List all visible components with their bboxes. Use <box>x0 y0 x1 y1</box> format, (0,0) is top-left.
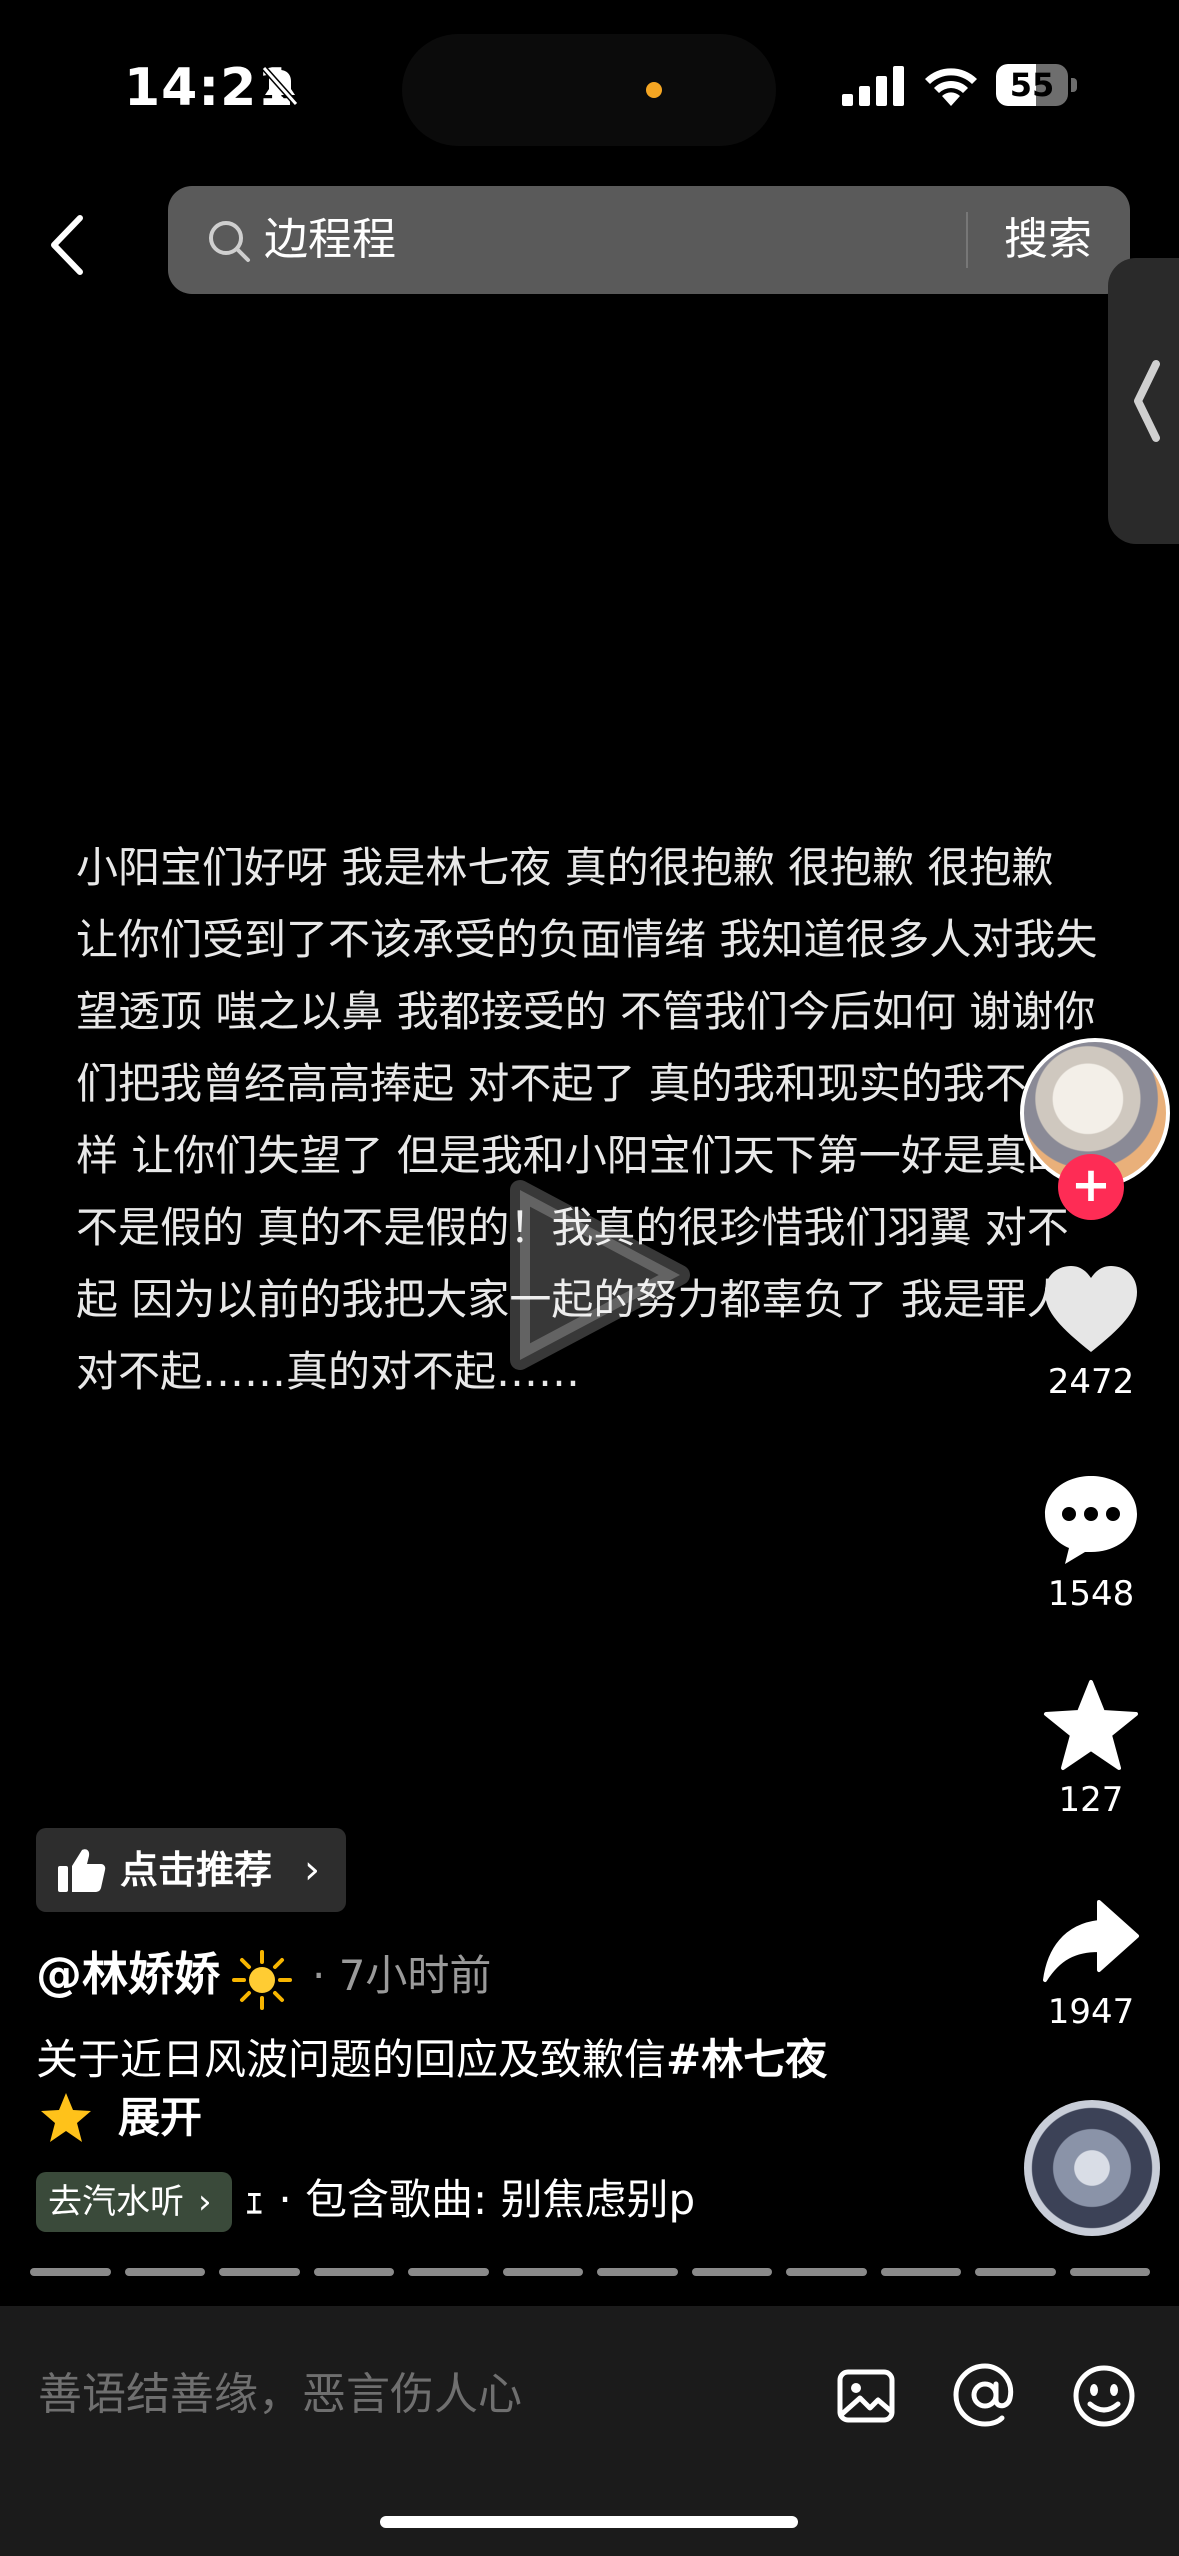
emoji-icon[interactable] <box>1072 2364 1136 2428</box>
progress-segment <box>502 2268 583 2276</box>
battery-level: 55 <box>1009 66 1055 104</box>
sun-emoji-icon <box>232 1950 292 2010</box>
progress-segment <box>219 2268 300 2276</box>
like-button[interactable]: 2472 <box>1016 1264 1166 1402</box>
progress-segment <box>313 2268 394 2276</box>
progress-segments <box>30 2268 1150 2276</box>
like-count: 2472 <box>1047 1362 1135 1402</box>
battery-icon: 55 <box>996 64 1080 108</box>
progress-segment <box>880 2268 961 2276</box>
music-app-button[interactable]: 去汽水听 › <box>36 2172 232 2232</box>
signal-icon <box>842 66 904 106</box>
wifi-icon <box>925 68 977 106</box>
caption-text: 关于近日风波问题的回应及致歉信 <box>36 2035 667 2084</box>
comment-bar: 善语结善缘，恶言伤人心 <box>0 2306 1179 2556</box>
comment-icon <box>1045 1476 1137 1564</box>
heart-icon <box>1045 1266 1137 1352</box>
comment-input[interactable]: 善语结善缘，恶言伤人心 <box>38 2360 522 2430</box>
search-divider <box>966 212 968 268</box>
back-icon[interactable] <box>40 210 100 280</box>
share-count: 1947 <box>1047 1992 1135 2032</box>
follow-button[interactable]: + <box>1058 1154 1124 1220</box>
camera-indicator <box>646 82 662 98</box>
search-input[interactable]: 边程程 <box>264 210 396 270</box>
music-disc[interactable] <box>1024 2100 1160 2236</box>
post-time: · 7小时前 <box>312 1951 492 2000</box>
search-button[interactable]: 搜索 <box>1004 210 1092 270</box>
expand-button[interactable]: 展开 <box>118 2088 202 2148</box>
chevron-right-icon: › <box>304 1847 320 1893</box>
progress-segment <box>408 2268 489 2276</box>
side-panel-tab[interactable] <box>1108 258 1179 544</box>
progress-segment <box>597 2268 678 2276</box>
image-icon[interactable] <box>836 2366 896 2426</box>
at-icon[interactable] <box>952 2362 1018 2428</box>
bell-slash-icon <box>261 66 299 106</box>
home-indicator <box>380 2516 798 2528</box>
hashtag-link[interactable]: #林七夜 <box>666 2035 827 2084</box>
author-name[interactable]: @林娇娇 <box>36 1942 220 2006</box>
progress-segment <box>1069 2268 1150 2276</box>
chevron-right-icon: › <box>198 2182 212 2222</box>
search-bar[interactable]: 边程程 搜索 <box>168 186 1130 294</box>
comment-button[interactable]: 1548 <box>1016 1472 1166 1614</box>
dynamic-island <box>402 34 776 146</box>
star-emoji-icon <box>41 2093 91 2142</box>
recommend-label: 点击推荐 <box>120 1848 273 1892</box>
progress-segment <box>691 2268 772 2276</box>
recommend-button[interactable]: 点击推荐 › <box>36 1828 346 1912</box>
side-panel-chevron-icon <box>1134 360 1160 442</box>
progress-segment <box>975 2268 1056 2276</box>
music-info[interactable]: ｪ · 包含歌曲: 别焦虑别p <box>244 2170 724 2230</box>
progress-segment <box>786 2268 867 2276</box>
share-icon <box>1043 1900 1139 1982</box>
comment-count: 1548 <box>1047 1574 1135 1614</box>
star-icon <box>1044 1680 1138 1770</box>
play-icon[interactable] <box>500 1180 690 1370</box>
progress-segment <box>30 2268 111 2276</box>
share-button[interactable]: 1947 <box>1016 1896 1166 2032</box>
post-caption: 关于近日风波问题的回应及致歉信#林七夜 <box>36 2030 827 2090</box>
music-app-label: 去汽水听 <box>48 2182 184 2222</box>
favorite-button[interactable]: 127 <box>1016 1678 1166 1820</box>
progress-segment <box>124 2268 205 2276</box>
search-icon <box>209 221 250 262</box>
thumbs-up-icon <box>58 1849 106 1892</box>
favorite-count: 127 <box>1058 1780 1124 1820</box>
